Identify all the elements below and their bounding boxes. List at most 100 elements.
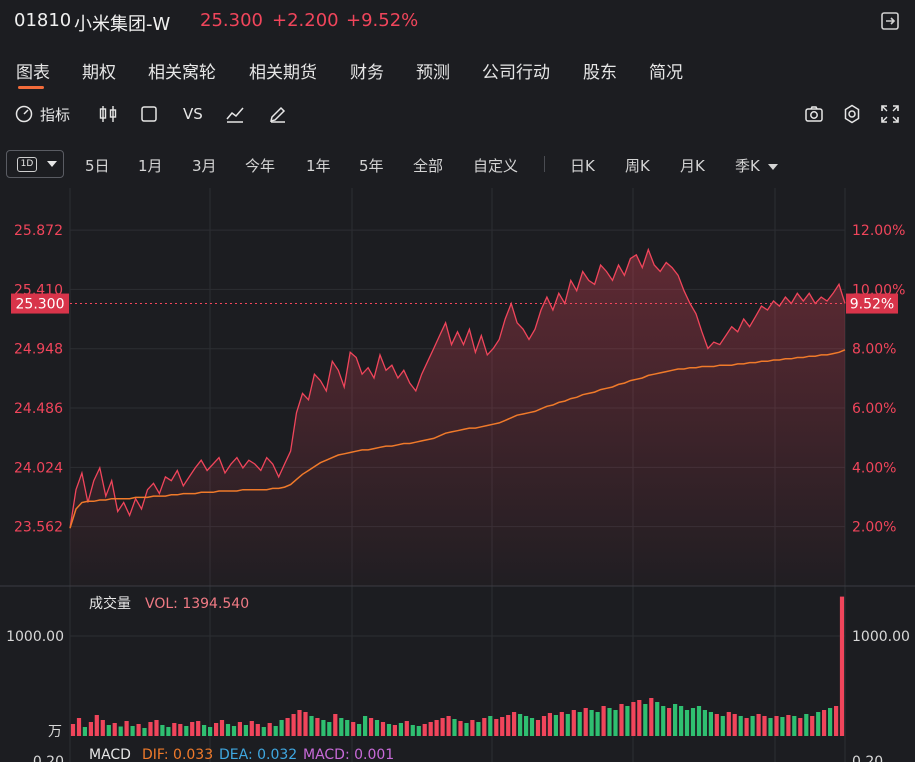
volume-bar <box>70 724 76 736</box>
volume-bar <box>345 720 350 736</box>
square-icon[interactable] <box>140 104 158 124</box>
macd-tick-left: 0.20 <box>33 754 64 762</box>
volume-bar <box>124 721 129 736</box>
kline-day[interactable]: 日K <box>570 155 595 176</box>
stock-code: 01810 <box>14 10 72 31</box>
tab-futures[interactable]: 相关期货 <box>249 58 317 83</box>
range-5y[interactable]: 5年 <box>359 155 384 176</box>
volume-bar <box>512 712 517 736</box>
pct-tick-label: 8.00% <box>852 342 896 358</box>
volume-bar <box>76 718 82 736</box>
volume-bar <box>214 723 219 736</box>
pencil-icon[interactable] <box>268 104 288 124</box>
range-3m[interactable]: 3月 <box>192 155 217 176</box>
volume-bar <box>357 724 362 736</box>
volume-bar <box>148 722 153 736</box>
gauge-icon <box>14 104 34 124</box>
volume-bar <box>243 725 248 736</box>
main-tabs: 图表 期权 相关窝轮 相关期货 财务 预测 公司行动 股东 简况 <box>0 52 915 92</box>
tab-chart[interactable]: 图表 <box>16 58 50 83</box>
volume-bar <box>810 716 815 736</box>
indicator-button[interactable]: 指标 <box>14 104 70 124</box>
interval-dropdown[interactable]: 1D <box>6 150 64 178</box>
tab-profile[interactable]: 简况 <box>649 58 683 83</box>
range-all[interactable]: 全部 <box>413 155 443 176</box>
volume-bar <box>667 708 672 736</box>
volume-bar <box>720 716 725 736</box>
camera-icon[interactable] <box>804 104 824 124</box>
volume-bar <box>154 720 159 736</box>
volume-title: 成交量 <box>89 595 131 612</box>
volume-bar <box>708 712 713 736</box>
volume-bar <box>398 723 403 736</box>
volume-bar <box>780 717 785 736</box>
volume-bar <box>231 726 237 736</box>
volume-bar <box>655 702 660 736</box>
volume-bar <box>637 700 642 736</box>
volume-bar <box>553 715 558 736</box>
range-1y[interactable]: 1年 <box>306 155 331 176</box>
volume-bar <box>822 710 827 736</box>
volume-bar <box>422 724 427 736</box>
tab-warrants[interactable]: 相关窝轮 <box>148 58 216 83</box>
macd-value: MACD: 0.001 <box>303 747 394 762</box>
volume-bar <box>172 723 177 736</box>
kline-week[interactable]: 周K <box>625 155 650 176</box>
volume-bar <box>684 710 690 736</box>
volume-bar <box>440 718 445 736</box>
chart-toolbar: 指标 VS <box>0 96 915 132</box>
tab-shareholders[interactable]: 股东 <box>583 58 617 83</box>
price-tick-label: 23.562 <box>14 520 63 536</box>
volume-bar <box>428 722 433 736</box>
tab-financials[interactable]: 财务 <box>350 58 384 83</box>
volume-bar <box>631 702 636 736</box>
kline-season-dropdown[interactable]: 季K <box>735 155 778 176</box>
expand-icon[interactable] <box>880 104 900 124</box>
volume-bar <box>219 720 225 736</box>
intraday-chart[interactable]: 25.872 12.00%25.410 10.00%24.948 8.00%24.48… <box>0 188 915 762</box>
volume-bar <box>130 726 135 736</box>
volume-bar <box>643 704 648 736</box>
volume-bar <box>333 714 338 736</box>
volume-bar <box>142 728 147 736</box>
range-ytd[interactable]: 今年 <box>245 155 275 176</box>
volume-bar <box>816 712 821 736</box>
volume-bar <box>184 726 189 736</box>
volume-bar <box>279 720 284 736</box>
volume-bar <box>178 724 183 736</box>
price-plot <box>69 247 846 586</box>
volume-bar <box>202 725 207 736</box>
chevron-down-icon <box>47 161 57 167</box>
tab-corporate-actions[interactable]: 公司行动 <box>482 58 550 83</box>
volume-bar <box>744 718 749 736</box>
volume-bar <box>321 720 326 736</box>
range-1m[interactable]: 1月 <box>138 155 163 176</box>
tab-forecast[interactable]: 预测 <box>416 58 450 83</box>
kline-month[interactable]: 月K <box>680 155 705 176</box>
volume-bar <box>404 721 409 736</box>
tab-options[interactable]: 期权 <box>82 58 116 83</box>
volume-bar <box>518 714 523 736</box>
volume-bar <box>112 723 117 736</box>
volume-bar <box>494 719 499 736</box>
volume-bar <box>750 716 755 736</box>
drawing-icon[interactable] <box>225 104 245 124</box>
exit-fullscreen-icon[interactable] <box>880 11 900 31</box>
gear-icon[interactable] <box>842 104 862 124</box>
volume-bar <box>595 712 600 736</box>
range-5d[interactable]: 5日 <box>85 155 110 176</box>
range-custom[interactable]: 自定义 <box>473 155 518 176</box>
volume-bar <box>208 727 213 736</box>
volume-bar <box>392 725 397 736</box>
volume-bar <box>619 704 624 736</box>
vs-button[interactable]: VS <box>183 104 203 124</box>
macd-title: MACD <box>89 747 131 762</box>
volume-bar <box>369 718 374 736</box>
candlestick-icon[interactable] <box>98 104 118 124</box>
macd-dif: DIF: 0.033 <box>142 747 213 762</box>
volume-bar <box>136 724 141 736</box>
interval-selected: 1D <box>17 156 37 172</box>
volume-bar <box>380 722 386 736</box>
volume-bar <box>541 716 547 736</box>
volume-bar <box>196 721 201 736</box>
